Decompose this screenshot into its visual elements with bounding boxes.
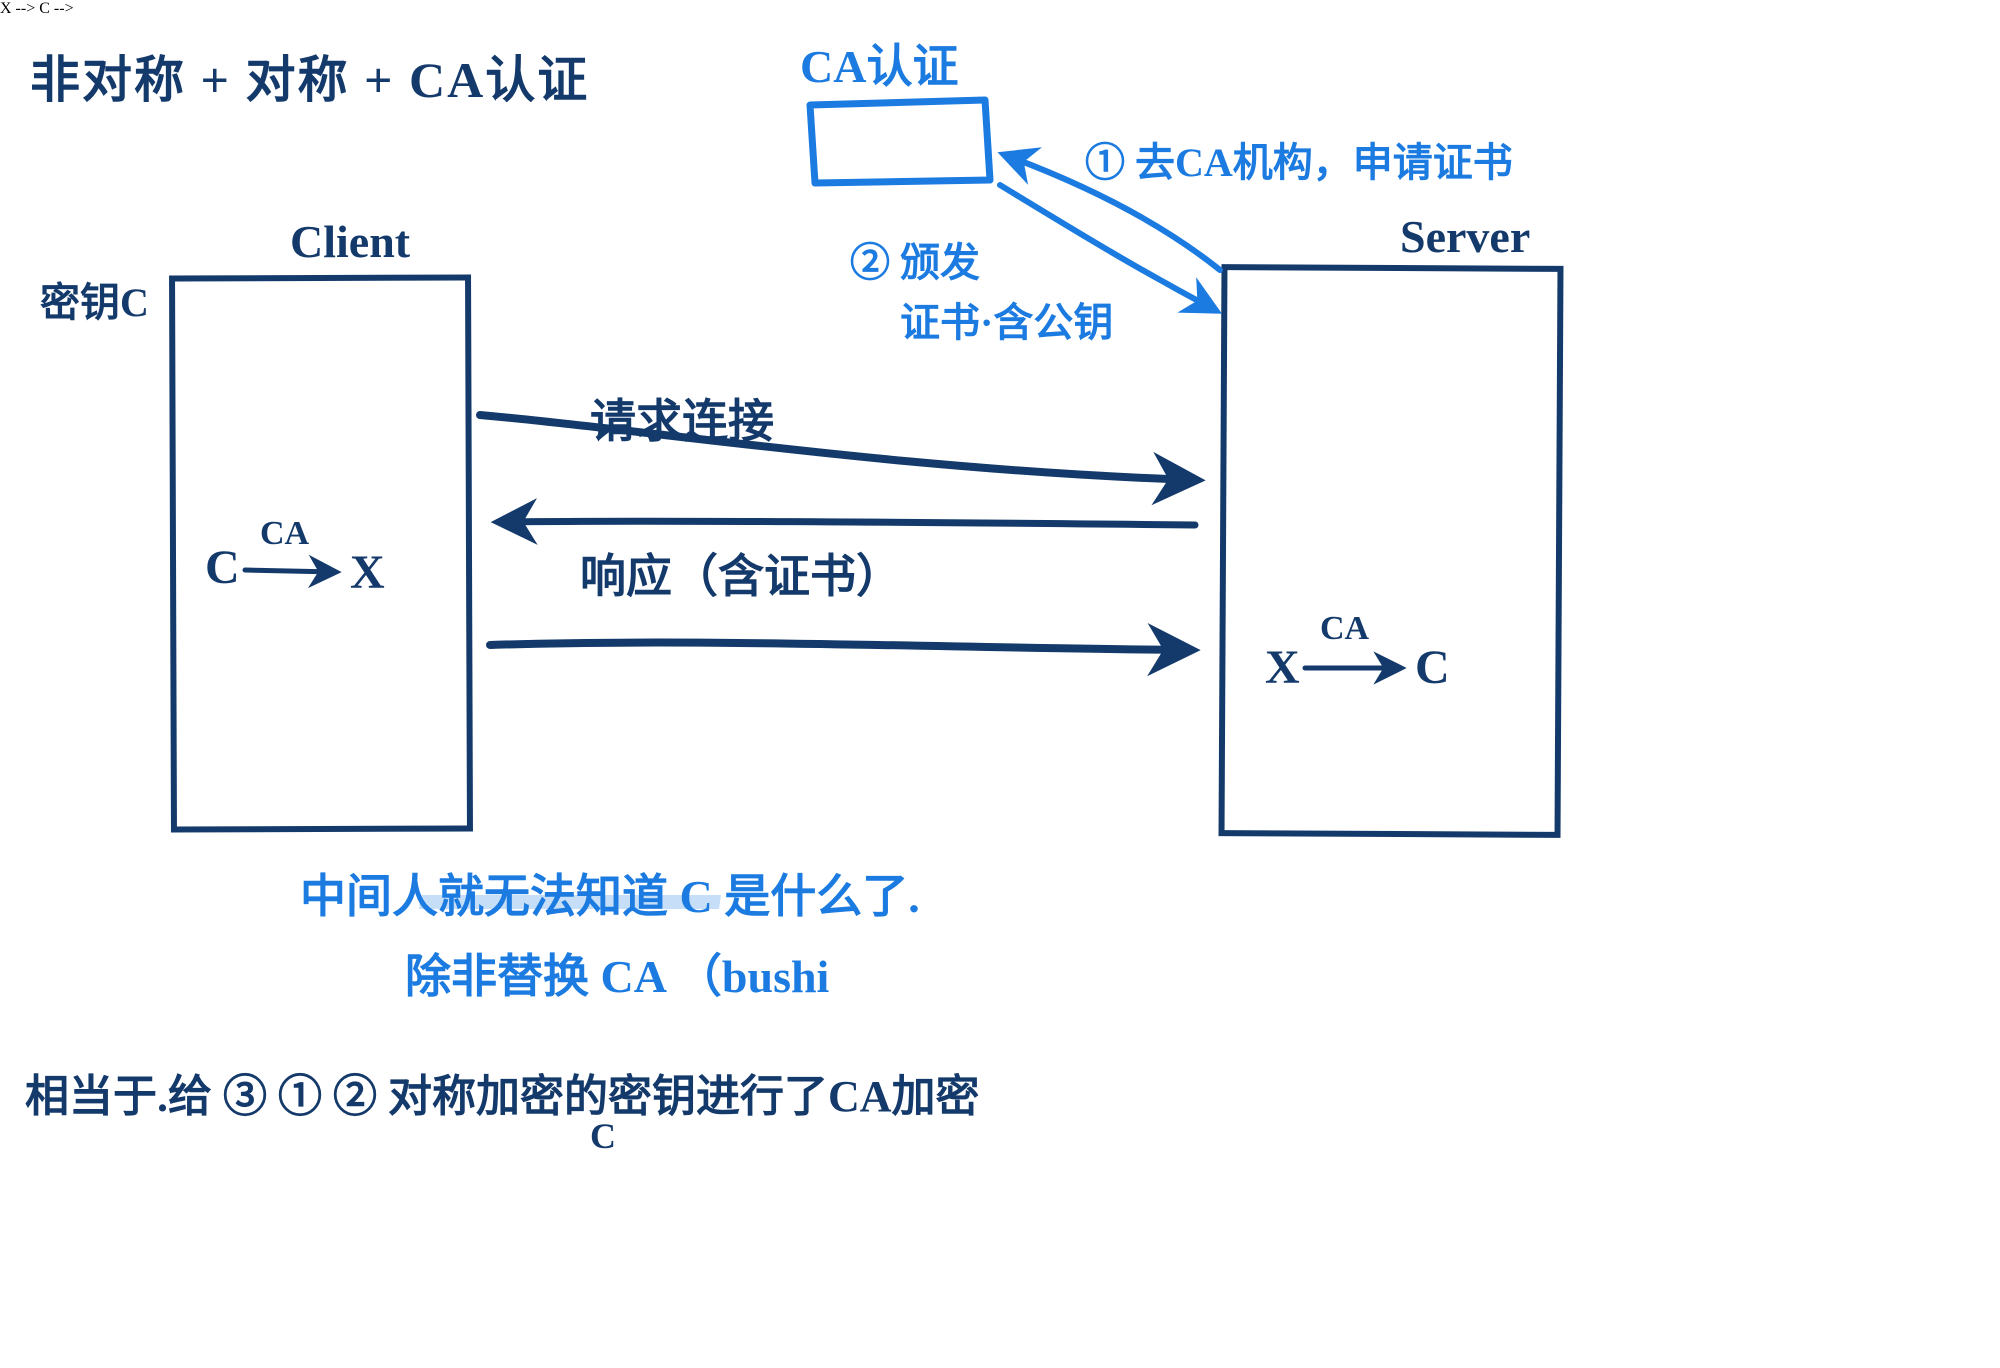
ca-step2b: 证书·含公钥 <box>900 290 1113 348</box>
footer-line1: 中间人就无法知道 C 是什么了. <box>300 860 920 926</box>
footer-line3: 相当于.给 ③ ① ② 对称加密的密钥进行了CA加密 <box>25 1060 980 1124</box>
ca-box <box>810 100 990 183</box>
client-formula-right: X <box>350 545 385 600</box>
server-formula-right: C <box>1415 640 1450 695</box>
client-label: Client <box>290 215 410 268</box>
message-1-label: 请求连接 <box>590 385 774 451</box>
server-formula-left: X <box>1265 640 1300 695</box>
client-formula-arrow-label: CA <box>260 515 309 553</box>
footer-sub-c: C <box>590 1115 616 1157</box>
diagram-title: 非对称 + 对称 + CA认证 <box>30 40 589 112</box>
footer-line2: 除非替换 CA （bushi <box>405 940 829 1006</box>
arrow-msg2 <box>500 521 1195 525</box>
server-formula-arrow-label: CA <box>1320 610 1369 648</box>
arrow-msg3 <box>490 643 1190 650</box>
message-2-label: 响应（含证书） <box>580 540 902 606</box>
client-key-label: 密钥C <box>40 270 149 328</box>
arrow-msg1 <box>480 415 1195 480</box>
ca-label: CA认证 <box>800 30 958 96</box>
ca-step1: ① 去CA机构，申请证书 <box>1085 130 1513 188</box>
diagram-stage: 非对称 + 对称 + CA认证 CA认证 ① 去CA机构，申请证书 ② 颁发 证… <box>0 0 2000 1368</box>
client-formula-left: C <box>205 540 240 595</box>
ca-step2a: ② 颁发 <box>850 230 980 288</box>
server-box <box>1219 264 1564 838</box>
server-label: Server <box>1400 210 1530 263</box>
